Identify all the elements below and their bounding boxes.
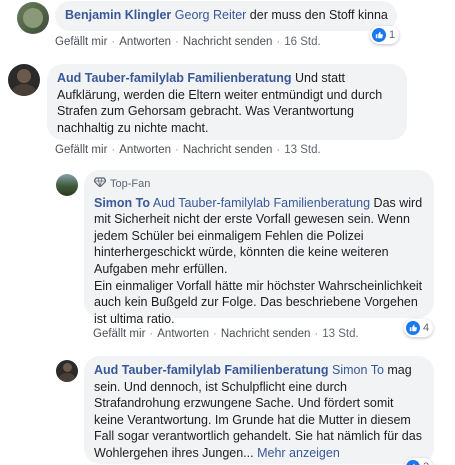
reaction-count[interactable]: 2: [404, 458, 434, 465]
top-fan-badge: Top-Fan: [93, 176, 424, 193]
send-message-link[interactable]: Nachricht senden: [183, 36, 273, 48]
reply-link[interactable]: Antworten: [119, 36, 171, 48]
comment-actions: Gefällt mir · Antworten · Nachricht senden · 1…: [93, 328, 359, 340]
comment-text: der muss den Stoff kinna: [246, 8, 388, 22]
send-message-link[interactable]: Nachricht senden: [221, 328, 311, 340]
like-icon: [372, 28, 386, 42]
comment-mention[interactable]: Aud Tauber-familylab Familienberatung: [153, 196, 370, 210]
reaction-number: 2: [423, 461, 429, 465]
like-link[interactable]: Gefällt mir: [55, 144, 107, 156]
like-icon: [406, 460, 420, 465]
comment-bubble: Aud Tauber-familylab Familienberatung Un…: [47, 64, 407, 140]
top-fan-label: Top-Fan: [110, 178, 151, 190]
avatar[interactable]: [56, 360, 78, 382]
comment-text-2: Ein einmaliger Vorfall hätte mir höchste…: [94, 278, 423, 326]
like-link[interactable]: Gefällt mir: [55, 36, 107, 48]
send-message-link[interactable]: Nachricht senden: [183, 144, 273, 156]
avatar[interactable]: [17, 2, 49, 34]
comment-bubble: Benjamin Klingler Georg Reiter der muss …: [55, 1, 397, 31]
reply-link[interactable]: Antworten: [119, 144, 171, 156]
comment-author[interactable]: Benjamin Klingler: [65, 8, 171, 22]
comment-actions: Gefällt mir · Antworten · Nachricht senden · 1…: [55, 36, 321, 48]
comment-author[interactable]: Aud Tauber-familylab Familienberatung: [94, 363, 329, 377]
show-more-link[interactable]: Mehr anzeigen: [254, 446, 340, 460]
comment-mention[interactable]: Simon To: [332, 363, 384, 377]
comment-mention[interactable]: Georg Reiter: [175, 8, 247, 22]
reaction-count[interactable]: 4: [404, 319, 434, 337]
comment-actions: Gefällt mir · Antworten · Nachricht senden · 1…: [55, 144, 321, 156]
diamond-icon: [93, 176, 107, 193]
comment-author[interactable]: Aud Tauber-familylab Familienberatung: [57, 71, 292, 85]
comment-author[interactable]: Simon To: [94, 196, 150, 210]
timestamp[interactable]: 16 Std.: [284, 36, 320, 48]
reaction-number: 4: [423, 322, 430, 334]
timestamp[interactable]: 13 Std.: [284, 144, 320, 156]
timestamp[interactable]: 13 Std.: [322, 328, 358, 340]
reply-link[interactable]: Antworten: [157, 328, 209, 340]
comment-bubble: Top-Fan Simon To Aud Tauber-familylab Fa…: [84, 170, 434, 326]
reaction-count[interactable]: 1: [370, 26, 400, 44]
comment-bubble: Aud Tauber-familylab Familienberatung Si…: [84, 356, 434, 464]
avatar[interactable]: [8, 64, 40, 96]
like-icon: [406, 321, 420, 335]
avatar[interactable]: [56, 174, 78, 196]
reaction-number: 1: [389, 29, 396, 41]
like-link[interactable]: Gefällt mir: [93, 328, 145, 340]
